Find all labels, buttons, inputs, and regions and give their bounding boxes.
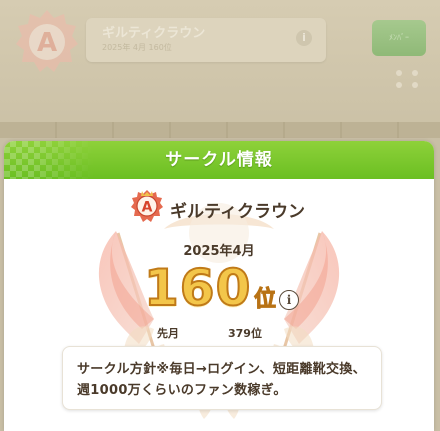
rank-number: 160 bbox=[143, 258, 252, 318]
background-green-button: ﾒﾝﾊﾞｰ bbox=[372, 20, 426, 56]
svg-text:A: A bbox=[37, 28, 57, 58]
circle-policy-text: サークル方針※毎日→ログイン、短距離靴交換、週1000万くらいのファン数稼ぎ。 bbox=[77, 362, 366, 398]
background-circle-name: ギルティクラウン bbox=[102, 26, 206, 41]
background-subline: 2025年 4月 160位 bbox=[102, 43, 172, 52]
previous-month-rank: 379位 bbox=[228, 327, 262, 340]
dialog-header: サークル情報 bbox=[4, 141, 434, 179]
background-members-icon bbox=[396, 70, 418, 88]
background-circle-namebar: ギルティクラウン 2025年 4月 160位 i bbox=[86, 18, 326, 62]
circle-name: ギルティクラウン bbox=[170, 202, 305, 222]
rank-info-button[interactable]: i bbox=[279, 290, 299, 310]
circle-emblem-icon: A bbox=[131, 190, 163, 222]
circle-emblem-icon: A bbox=[16, 10, 78, 72]
circle-info-dialog: サークル情報 A ギルティクラウン 2025年4月 160 位 i 先月 379… bbox=[4, 141, 434, 431]
background-info-icon: i bbox=[296, 30, 312, 46]
dialog-title: サークル情報 bbox=[165, 150, 273, 170]
rank-suffix: 位 bbox=[253, 287, 277, 313]
background-strip bbox=[0, 122, 440, 138]
emblem-letter: A bbox=[142, 200, 153, 216]
rank-display: 160 位 bbox=[143, 258, 294, 321]
season-label: 2025年4月 bbox=[183, 244, 255, 259]
previous-month-label: 先月 bbox=[157, 327, 179, 340]
background-header: A ギルティクラウン 2025年 4月 160位 i ﾒﾝﾊﾞｰ bbox=[0, 0, 440, 130]
circle-policy-box: サークル方針※毎日→ログイン、短距離靴交換、週1000万くらいのファン数稼ぎ。 bbox=[62, 346, 382, 410]
previous-month-row: 先月 379位 bbox=[4, 325, 434, 341]
